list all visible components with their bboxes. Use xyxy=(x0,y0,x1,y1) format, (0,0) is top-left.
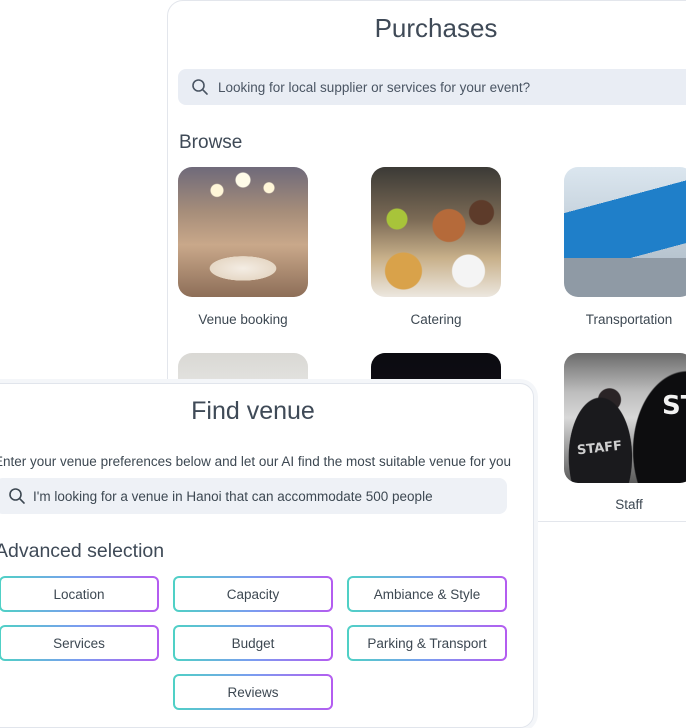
browse-heading: Browse xyxy=(179,132,243,153)
purchases-title: Purchases xyxy=(374,13,498,43)
search-icon xyxy=(7,486,27,506)
tile-label-staff[interactable]: Staff xyxy=(554,497,686,512)
chip-label: Ambiance & Style xyxy=(349,578,505,610)
supplier-search-placeholder: Looking for local supplier or services f… xyxy=(218,79,531,95)
chip-ambiance-style[interactable]: Ambiance & Style xyxy=(347,576,507,612)
chip-capacity[interactable]: Capacity xyxy=(173,576,333,612)
find-venue-title: Find venue xyxy=(191,397,315,425)
catering-image[interactable] xyxy=(371,167,501,297)
chip-label: Reviews xyxy=(175,676,331,708)
search-icon xyxy=(190,77,210,97)
venue-search-text: I'm looking for a venue in Hanoi that ca… xyxy=(33,488,433,504)
chip-label: Capacity xyxy=(175,578,331,610)
chip-label: Parking & Transport xyxy=(349,627,505,659)
find-venue-description: Enter your venue preferences below and l… xyxy=(0,454,512,469)
chip-label: Location xyxy=(1,578,157,610)
chip-location[interactable]: Location xyxy=(0,576,159,612)
chip-reviews[interactable]: Reviews xyxy=(173,674,333,710)
chip-label: Services xyxy=(1,627,157,659)
supplier-search-input[interactable]: Looking for local supplier or services f… xyxy=(178,69,686,105)
chip-label: Budget xyxy=(175,627,331,659)
venue-booking-image[interactable] xyxy=(178,167,308,297)
staff-image[interactable]: ST STAFF xyxy=(564,353,686,483)
tile-label-transportation[interactable]: Transportation xyxy=(554,312,686,327)
chip-services[interactable]: Services xyxy=(0,625,159,661)
transportation-image[interactable] xyxy=(564,167,686,297)
chip-budget[interactable]: Budget xyxy=(173,625,333,661)
advanced-selection-heading: Advanced selection xyxy=(0,540,165,562)
venue-search-input[interactable]: I'm looking for a venue in Hanoi that ca… xyxy=(0,478,507,514)
chip-parking-transport[interactable]: Parking & Transport xyxy=(347,625,507,661)
tile-label-venue-booking[interactable]: Venue booking xyxy=(168,312,318,327)
find-venue-panel: Find venue Enter your venue preferences … xyxy=(0,383,534,728)
tile-label-catering[interactable]: Catering xyxy=(361,312,511,327)
